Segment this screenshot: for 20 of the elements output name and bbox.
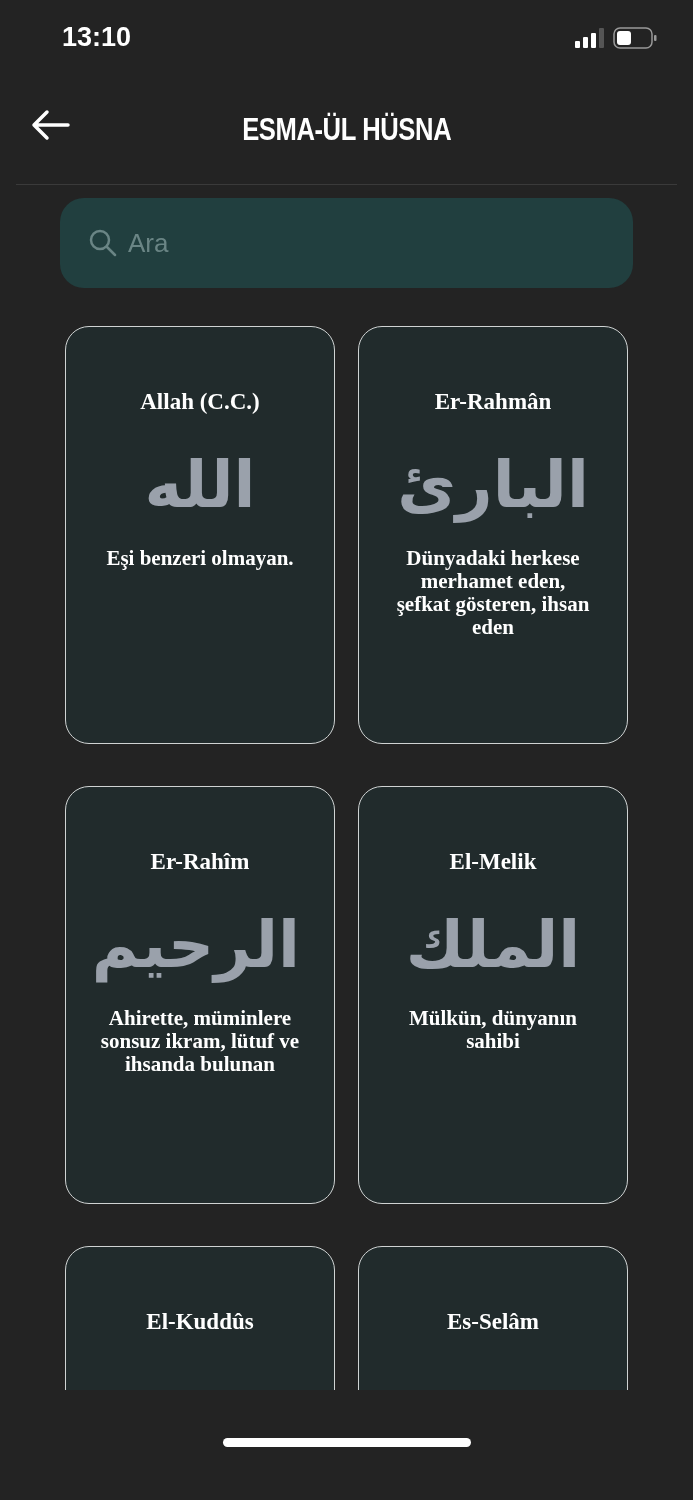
name-title: Er-Rahmân: [433, 388, 553, 416]
search-field[interactable]: Ara: [60, 198, 633, 288]
arabic-calligraphy: البارئ: [396, 446, 590, 525]
name-card[interactable]: El-Kuddûs: [65, 1246, 335, 1390]
name-title: Allah (C.C.): [139, 388, 261, 416]
page-title: ESMA-ÜL HÜSNA: [241, 110, 452, 149]
arabic-calligraphy: الملك: [404, 906, 582, 984]
arabic-calligraphy: الله: [143, 446, 257, 524]
meaning-text: Dünyadaki herkese merhamet eden, şefkat gösteren, ihsan eden: [395, 546, 591, 640]
battery-icon: [613, 26, 657, 49]
meaning-text: Eşi benzeri olmayan.: [105, 546, 295, 570]
name-card[interactable]: Es-Selâm: [358, 1246, 628, 1390]
meaning-text: Ahirette, müminlere sonsuz ikram, lütuf ve ihsanda bulunan: [100, 1006, 300, 1076]
name-title: Er-Rahîm: [149, 848, 251, 876]
status-time: 13:10: [62, 21, 132, 55]
signal-icon: [575, 27, 605, 48]
meaning-text: Mülkün, dünyanın sahibi: [407, 1006, 579, 1053]
name-title: Es-Selâm: [446, 1308, 540, 1336]
name-title: El-Kuddûs: [145, 1308, 255, 1336]
name-title: El-Melik: [448, 848, 538, 876]
